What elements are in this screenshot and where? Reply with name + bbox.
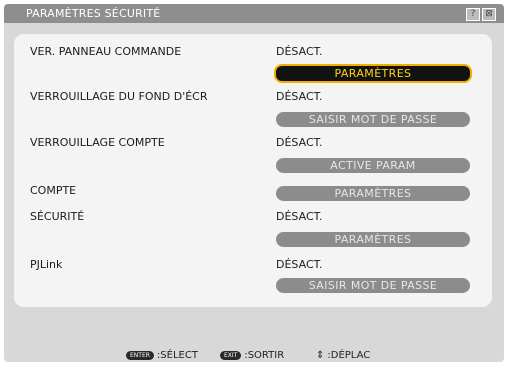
title-bar: PARAMÈTRES SÉCURITÉ ? ⊠ [4,4,504,23]
footer-help-bar: ENTER:SÉLECT EXIT:SORTIR ⇕:DÉPLAC [4,350,504,364]
row-label-security: SÉCURITÉ [30,210,85,223]
settings-panel: VER. PANNEAU COMMANDE DÉSACT. PARAMÈTRES… [14,34,492,307]
help-button[interactable]: ? [466,8,480,21]
account-lock-activate-button[interactable]: ACTIVE PARAM [276,158,470,173]
exit-label: :SORTIR [244,350,285,361]
window-title: PARAMÈTRES SÉCURITÉ [26,7,161,20]
row-value-control-panel-lock: DÉSACT. [276,45,323,58]
select-label: :SÉLECT [156,350,198,361]
footer-exit-hint: EXIT:SORTIR [220,350,284,361]
close-button[interactable]: ⊠ [482,8,496,21]
enter-key-icon: ENTER [126,350,154,360]
control-panel-lock-settings-button[interactable]: PARAMÈTRES [274,64,472,83]
security-settings-window: PARAMÈTRES SÉCURITÉ ? ⊠ VER. PANNEAU COM… [4,4,504,362]
row-value-pjlink: DÉSACT. [276,258,323,271]
move-label: :DÉPLAC [327,350,371,361]
row-label-background-lock: VERROUILLAGE DU FOND D'ÉCR [30,90,208,103]
row-label-control-panel-lock: VER. PANNEAU COMMANDE [30,45,182,58]
row-value-security: DÉSACT. [276,210,323,223]
row-value-background-lock: DÉSACT. [276,90,323,103]
pjlink-password-button[interactable]: SAISIR MOT DE PASSE [276,278,470,293]
background-lock-password-button[interactable]: SAISIR MOT DE PASSE [276,112,470,127]
footer-move-hint: ⇕:DÉPLAC [316,350,370,361]
updown-arrow-icon: ⇕ [316,350,325,361]
row-label-account-lock: VERROUILLAGE COMPTE [30,136,165,149]
account-settings-button[interactable]: PARAMÈTRES [276,186,470,201]
security-settings-button[interactable]: PARAMÈTRES [276,232,470,247]
footer-select-hint: ENTER:SÉLECT [126,350,198,361]
row-label-pjlink: PJLink [30,258,63,271]
exit-key-icon: EXIT [220,350,242,360]
row-label-account: COMPTE [30,184,77,197]
row-value-account-lock: DÉSACT. [276,136,323,149]
